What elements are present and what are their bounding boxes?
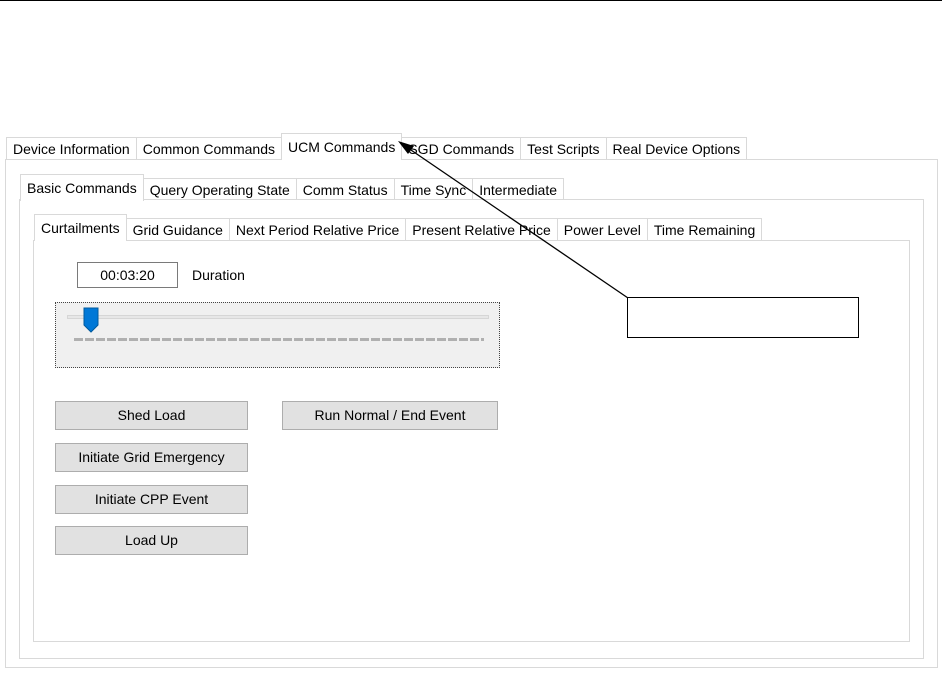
outer-tab-strip: Device Information Common Commands UCM C… <box>6 133 748 160</box>
inner-tab-strip: Basic Commands Query Operating State Com… <box>20 174 565 201</box>
duration-label: Duration <box>192 267 245 283</box>
load-up-button[interactable]: Load Up <box>55 526 248 555</box>
tab-time-sync[interactable]: Time Sync <box>393 178 474 201</box>
tab-common-commands[interactable]: Common Commands <box>135 137 282 160</box>
duration-slider[interactable] <box>55 302 500 368</box>
duration-field[interactable]: 00:03:20 <box>77 262 178 288</box>
tab-intermediate[interactable]: Intermediate <box>472 178 565 201</box>
tab-time-remaining[interactable]: Time Remaining <box>646 218 763 241</box>
tab-device-information[interactable]: Device Information <box>6 137 137 160</box>
tab-present-relative-price[interactable]: Present Relative Price <box>405 218 558 241</box>
tab-ucm-commands[interactable]: UCM Commands <box>280 133 403 160</box>
initiate-cpp-event-button[interactable]: Initiate CPP Event <box>55 485 248 514</box>
slider-track <box>67 315 489 319</box>
tab-next-period-relative-price[interactable]: Next Period Relative Price <box>228 218 407 241</box>
sub-tab-strip: Curtailments Grid Guidance Next Period R… <box>34 214 763 241</box>
tab-basic-commands[interactable]: Basic Commands <box>20 174 144 201</box>
tab-real-device-options[interactable]: Real Device Options <box>605 137 748 160</box>
slider-ticks <box>74 338 484 341</box>
tab-comm-status[interactable]: Comm Status <box>295 178 395 201</box>
tab-sgd-commands[interactable]: SGD Commands <box>401 137 522 160</box>
tab-power-level[interactable]: Power Level <box>556 218 648 241</box>
tab-grid-guidance[interactable]: Grid Guidance <box>125 218 230 241</box>
top-rule <box>0 0 942 1</box>
run-normal-end-event-button[interactable]: Run Normal / End Event <box>282 401 498 430</box>
callout-box <box>627 297 859 338</box>
tab-curtailments[interactable]: Curtailments <box>34 214 127 241</box>
slider-thumb[interactable] <box>83 307 99 333</box>
shed-load-button[interactable]: Shed Load <box>55 401 248 430</box>
tab-test-scripts[interactable]: Test Scripts <box>520 137 607 160</box>
initiate-grid-emergency-button[interactable]: Initiate Grid Emergency <box>55 443 248 472</box>
tab-query-operating-state[interactable]: Query Operating State <box>142 178 297 201</box>
